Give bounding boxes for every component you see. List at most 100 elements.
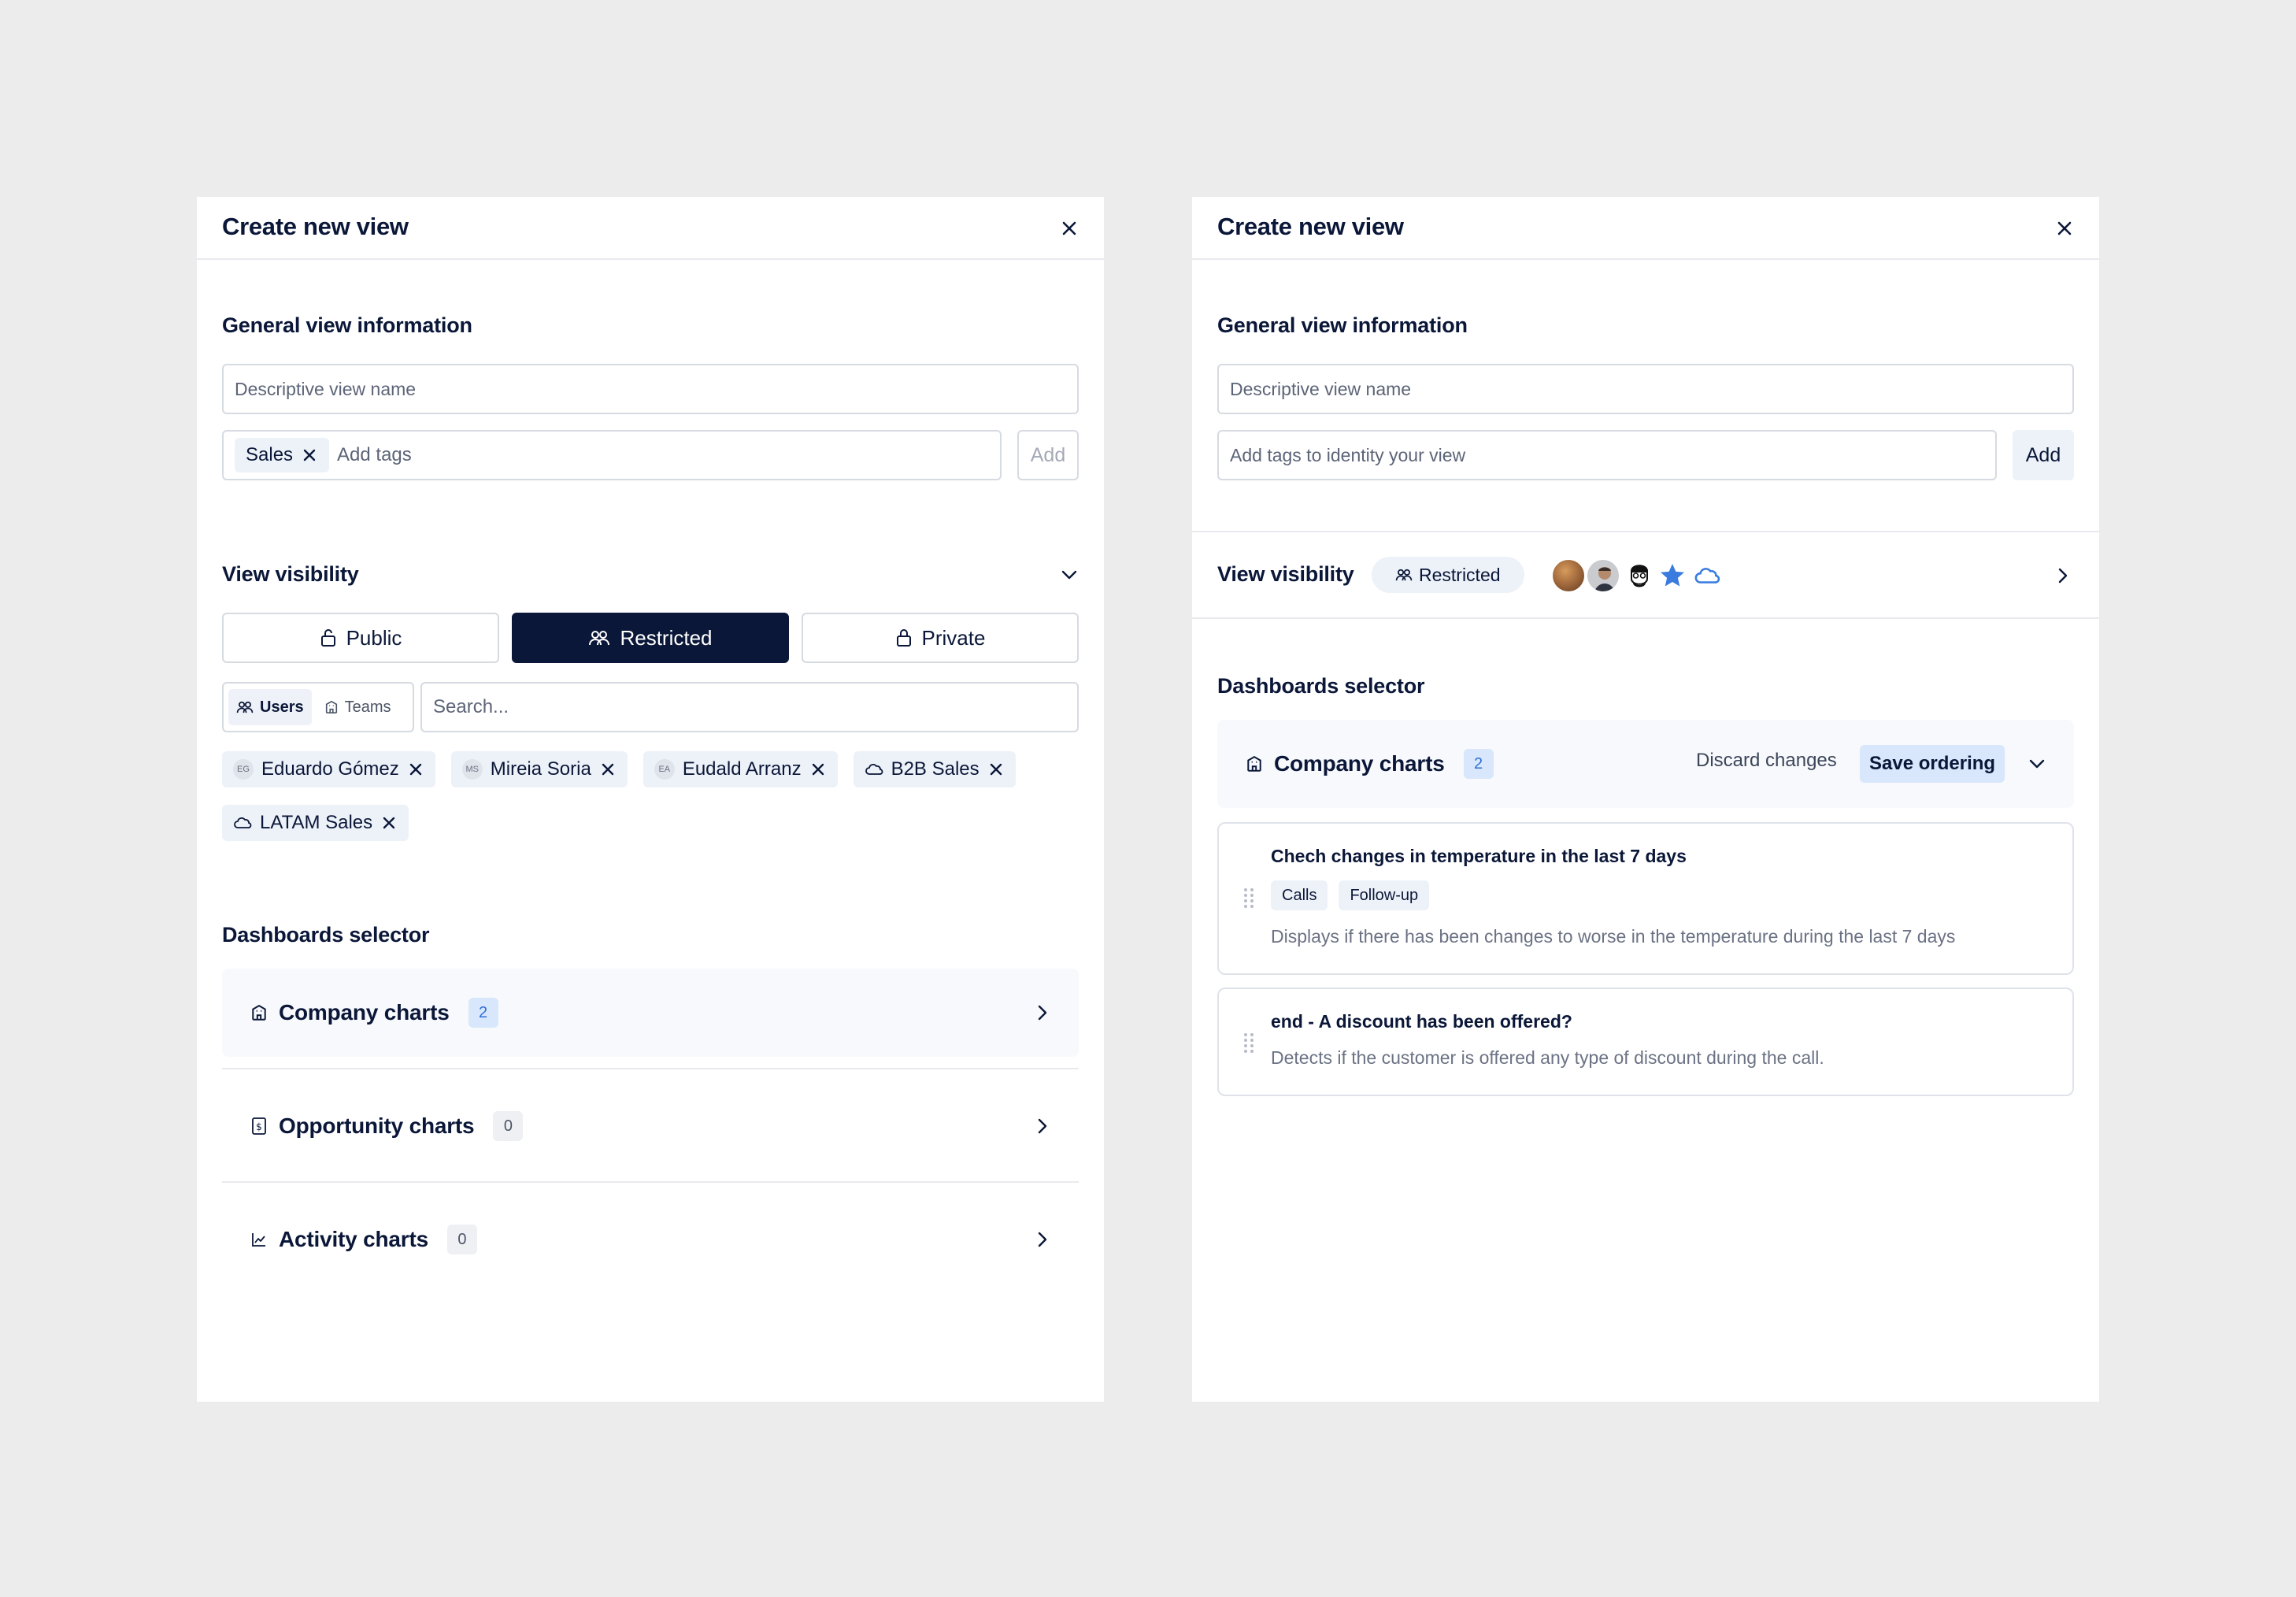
chevron-down-icon: [1061, 570, 1077, 580]
view-name-placeholder: Descriptive view name: [235, 378, 417, 399]
view-name-input[interactable]: Descriptive view name: [1217, 364, 2074, 414]
dashboard-card[interactable]: Chech changes in temperature in the last…: [1217, 822, 2074, 975]
chevron-down-icon: [2029, 759, 2045, 769]
save-ordering-button[interactable]: Save ordering: [1860, 745, 2005, 783]
dashboard-row-company[interactable]: Company charts 2: [222, 969, 1079, 1057]
visibility-collapse-button[interactable]: [1054, 559, 1085, 591]
view-name-input[interactable]: Descriptive view name: [222, 364, 1079, 414]
remove-member-button[interactable]: [809, 761, 827, 778]
close-icon: [990, 763, 1002, 776]
card-title: end - A discount has been offered?: [1271, 1011, 1572, 1032]
tag-chip-label: Sales: [246, 444, 294, 465]
toggle-teams[interactable]: Teams: [317, 689, 399, 725]
building-icon: [252, 1005, 266, 1021]
chevron-right-icon: [2053, 566, 2072, 585]
dashboard-count-badge: 0: [493, 1111, 524, 1141]
users-icon: [236, 701, 254, 713]
avatar: EG: [233, 759, 254, 780]
card-description: Detects if the customer is offered any t…: [1271, 1047, 1824, 1068]
discard-changes-button[interactable]: Discard changes: [1696, 750, 1837, 772]
remove-team-button[interactable]: [987, 761, 1005, 778]
general-info-title: General view information: [222, 313, 472, 337]
close-icon: [602, 763, 614, 776]
panel-header: Create new view: [197, 197, 1104, 260]
toggle-users[interactable]: Users: [228, 689, 312, 725]
member-chip: EG Eduardo Gómez: [222, 751, 435, 787]
avatar: MS: [461, 759, 483, 780]
team-chip-label: B2B Sales: [891, 758, 980, 780]
dashboard-row-activity[interactable]: Activity charts 0: [222, 1195, 1079, 1284]
add-tag-button[interactable]: Add: [1017, 430, 1079, 480]
drag-handle-icon[interactable]: [1242, 1032, 1255, 1054]
team-chip: LATAM Sales: [222, 805, 409, 841]
visibility-members: [1550, 532, 1739, 619]
remove-team-button[interactable]: [380, 814, 398, 832]
dashboard-count-badge: 0: [446, 1225, 477, 1254]
visibility-public-button[interactable]: Public: [222, 613, 499, 663]
users-teams-toggle: Users Teams: [222, 682, 414, 732]
group-collapse-button[interactable]: [2027, 754, 2047, 773]
chevron-right-icon: [1033, 1117, 1052, 1136]
visibility-badge: Restricted: [1372, 557, 1524, 593]
dashboard-label: Opportunity charts: [279, 1113, 475, 1138]
view-name-placeholder: Descriptive view name: [1230, 378, 1412, 399]
panel-title: Create new view: [1217, 213, 1404, 240]
dashboard-count-badge: 2: [468, 998, 498, 1028]
close-icon: [2057, 221, 2072, 235]
member-chip: MS Mireia Soria: [450, 751, 628, 787]
divider: [222, 1068, 1079, 1069]
selected-members-list: EG Eduardo Gómez MS Mireia Soria EA Euda…: [222, 751, 1088, 841]
member-chip-label: Eduardo Gómez: [261, 758, 399, 780]
tags-input[interactable]: Add tags to identity your view: [1217, 430, 1997, 480]
card-description: Displays if there has been changes to wo…: [1271, 926, 1956, 947]
chart-line-icon: [252, 1233, 265, 1247]
panel-header: Create new view: [1192, 197, 2099, 260]
visibility-restricted-button[interactable]: Restricted: [512, 613, 789, 663]
tags-input[interactable]: Sales Add tags: [222, 430, 1002, 480]
chevron-right-icon: [1033, 1003, 1052, 1022]
dashboard-row-opportunity[interactable]: $ Opportunity charts 0: [222, 1082, 1079, 1170]
visibility-title: View visibility: [1217, 562, 1354, 586]
dashboard-label: Activity charts: [279, 1227, 428, 1251]
users-icon: [589, 631, 610, 646]
member-search-input[interactable]: Search...: [420, 682, 1079, 732]
visibility-private-button[interactable]: Private: [802, 613, 1079, 663]
building-icon: [325, 700, 337, 714]
member-chip-label: Mireia Soria: [490, 758, 591, 780]
create-view-panel-left: Create new view General view information…: [197, 197, 1104, 1402]
dashboard-card[interactable]: end - A discount has been offered? Detec…: [1217, 987, 2074, 1096]
card-tag: Calls: [1271, 880, 1328, 910]
create-view-panel-right: Create new view General view information…: [1192, 197, 2099, 1402]
close-button[interactable]: [1054, 213, 1085, 244]
drag-handle-icon[interactable]: [1242, 887, 1255, 909]
toggle-users-label: Users: [260, 698, 304, 716]
tag-chip: Sales: [235, 438, 330, 472]
remove-member-button[interactable]: [407, 761, 424, 778]
visibility-private-label: Private: [921, 625, 986, 650]
dashboard-group-header: Company charts 2 Discard changes Save or…: [1217, 720, 2074, 808]
card-tag: Follow-up: [1339, 880, 1430, 910]
add-tag-button[interactable]: Add: [2013, 430, 2074, 480]
lock-open-icon: [320, 629, 335, 647]
visibility-row[interactable]: View visibility Restricted: [1192, 532, 2099, 619]
tags-placeholder: Add tags to identity your view: [1230, 444, 1466, 465]
star-icon: [1655, 558, 1690, 593]
divider: [1192, 617, 2099, 619]
dashboards-title: Dashboards selector: [1217, 674, 1425, 698]
tags-placeholder: Add tags: [337, 444, 412, 465]
team-chip-label: LATAM Sales: [260, 812, 373, 833]
chevron-right-icon: [1033, 1230, 1052, 1249]
remove-tag-button[interactable]: [301, 446, 318, 464]
salesforce-cloud-icon: [1690, 558, 1724, 593]
visibility-badge-label: Restricted: [1419, 564, 1501, 585]
users-icon: [1395, 569, 1413, 581]
remove-member-button[interactable]: [599, 761, 617, 778]
close-button[interactable]: [2049, 213, 2080, 244]
member-chip: EA Eudald Arranz: [643, 751, 838, 787]
general-info-title: General view information: [1217, 313, 1468, 337]
team-chip: B2B Sales: [853, 751, 1016, 787]
divider: [222, 1181, 1079, 1183]
svg-text:$: $: [256, 1121, 262, 1132]
card-tags: Calls Follow-up: [1271, 880, 1440, 910]
member-chip-label: Eudald Arranz: [682, 758, 802, 780]
